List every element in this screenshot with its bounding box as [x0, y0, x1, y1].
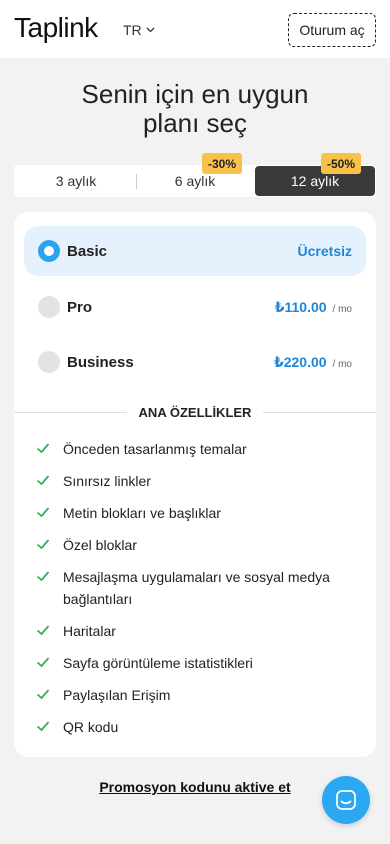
plan-price: ₺110.00 / mo: [275, 299, 352, 316]
plan-card: Basic Ücretsiz Pro ₺110.00 / mo Business…: [14, 212, 376, 757]
discount-badge-6-months: -30%: [202, 153, 243, 174]
feature-label: Metin blokları ve başlıklar: [63, 505, 221, 521]
price-value: Ücretsiz: [297, 243, 352, 259]
header: Taplink TR Oturum aç: [0, 0, 390, 58]
feature-label: Paylaşılan Erişim: [63, 687, 171, 703]
plan-price: Ücretsiz: [298, 243, 352, 259]
language-selector[interactable]: TR: [123, 22, 155, 38]
plan-name: Basic: [67, 242, 108, 260]
page-title-line-2: planı seç: [142, 108, 248, 138]
feature-label: QR kodu: [63, 719, 119, 735]
feature-item: Haritalar: [36, 620, 356, 642]
discount-badge-12-months: -50%: [321, 153, 362, 174]
tab-3-months[interactable]: 3 aylık: [16, 165, 136, 197]
page-title: Senin için en uygun planı seç: [0, 80, 390, 138]
features-heading: ANA ÖZELLİKLER: [14, 404, 376, 422]
check-icon: [36, 475, 50, 486]
chevron-down-icon: [146, 27, 155, 33]
plan-name: Business: [67, 353, 134, 371]
feature-label: Önceden tasarlanmış temalar: [63, 441, 247, 457]
language-label: TR: [123, 22, 142, 38]
feature-item: Metin blokları ve başlıklar: [36, 502, 356, 524]
feature-item: QR kodu: [36, 716, 356, 738]
feature-label: Sınırsız linkler: [63, 473, 151, 489]
plan-option-basic[interactable]: Basic Ücretsiz: [24, 226, 366, 276]
check-icon: [36, 657, 50, 668]
chat-button[interactable]: [322, 776, 370, 824]
chat-icon: [336, 790, 356, 810]
price-value: ₺110.00: [274, 298, 327, 315]
check-icon: [36, 721, 50, 732]
price-unit: / mo: [332, 358, 352, 370]
plan-price: ₺220.00 / mo: [274, 354, 352, 371]
taplink-logo[interactable]: Taplink: [14, 12, 98, 44]
price-value: ₺220.00: [273, 353, 327, 370]
plan-option-business[interactable]: Business ₺220.00 / mo: [24, 337, 366, 387]
feature-label: Haritalar: [63, 623, 116, 639]
feature-label: Mesajlaşma uygulamaları ve sosyal medya …: [63, 569, 330, 607]
plan-option-pro[interactable]: Pro ₺110.00 / mo: [24, 282, 366, 332]
check-icon: [36, 689, 50, 700]
login-button[interactable]: Oturum aç: [288, 13, 376, 47]
feature-item: Önceden tasarlanmış temalar: [36, 438, 356, 460]
check-icon: [36, 539, 50, 550]
check-icon: [36, 507, 50, 518]
feature-item: Sayfa görüntüleme istatistikleri: [36, 652, 356, 674]
radio-button[interactable]: [38, 351, 60, 373]
check-icon: [36, 443, 50, 454]
plan-name: Pro: [67, 298, 93, 316]
feature-item: Sınırsız linkler: [36, 470, 356, 492]
feature-item: Paylaşılan Erişim: [36, 684, 356, 706]
features-heading-label: ANA ÖZELLİKLER: [126, 405, 264, 420]
feature-item: Mesajlaşma uygulamaları ve sosyal medya …: [36, 566, 356, 610]
check-icon: [36, 625, 50, 636]
feature-label: Özel bloklar: [63, 537, 137, 553]
page-title-line-1: Senin için en uygun: [81, 79, 309, 109]
radio-button-selected[interactable]: [38, 240, 60, 262]
price-unit: / mo: [332, 303, 352, 315]
radio-button[interactable]: [38, 296, 60, 318]
feature-label: Sayfa görüntüleme istatistikleri: [63, 655, 253, 671]
check-icon: [36, 571, 50, 582]
feature-item: Özel bloklar: [36, 534, 356, 556]
